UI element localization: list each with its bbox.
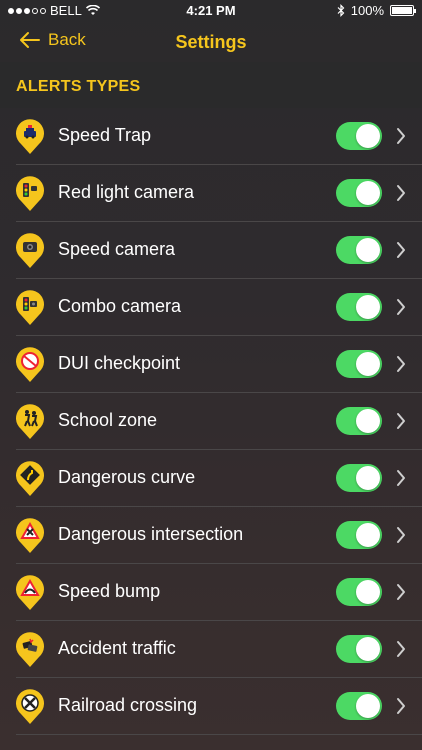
toggle-knob [356, 466, 380, 490]
dui-checkpoint-icon [16, 347, 44, 382]
alert-toggle[interactable] [336, 635, 382, 663]
speed-bump-icon [16, 575, 44, 610]
toggle-knob [356, 637, 380, 661]
toggle-knob [356, 124, 380, 148]
accident-traffic-icon [16, 632, 44, 667]
alert-row[interactable]: Speed Trap [0, 108, 422, 165]
alert-row[interactable]: DUI checkpoint [0, 336, 422, 393]
traffic-light-camera-icon [16, 176, 44, 211]
status-bar: BELL 4:21 PM 100% [0, 0, 422, 22]
alert-label: Speed bump [58, 581, 161, 601]
alert-label: DUI checkpoint [58, 353, 181, 373]
alert-row[interactable]: Red light camera [0, 165, 422, 222]
chevron-right-icon [397, 584, 405, 600]
toggle-knob [356, 295, 380, 319]
alert-label: Combo camera [58, 296, 182, 316]
alert-row[interactable]: Speed camera [0, 222, 422, 279]
alert-toggle[interactable] [336, 122, 382, 150]
toggle-knob [356, 409, 380, 433]
alert-row[interactable]: Combo camera [0, 279, 422, 336]
chevron-right-icon [397, 356, 405, 372]
dangerous-curve-icon [16, 461, 44, 496]
school-zone-icon [16, 404, 44, 439]
chevron-right-icon [397, 128, 405, 144]
navigation-bar: Back Settings [0, 22, 422, 62]
alert-label: Dangerous curve [58, 467, 196, 487]
alert-types-list: Speed Trap Red light camera Speed camera Co… [0, 108, 422, 735]
alert-toggle[interactable] [336, 464, 382, 492]
alert-toggle[interactable] [336, 236, 382, 264]
speed-camera-icon [16, 233, 44, 268]
alert-toggle[interactable] [336, 521, 382, 549]
alert-label: Red light camera [58, 182, 195, 202]
railroad-crossing-icon [16, 689, 44, 724]
chevron-right-icon [397, 470, 405, 486]
alert-row[interactable]: Speed bump [0, 564, 422, 621]
alert-toggle[interactable] [336, 407, 382, 435]
alert-row[interactable]: Accident traffic [0, 621, 422, 678]
toggle-knob [356, 352, 380, 376]
row-divider [16, 734, 422, 735]
alert-toggle[interactable] [336, 179, 382, 207]
dangerous-intersection-icon [16, 518, 44, 553]
combo-camera-icon [16, 290, 44, 325]
alert-label: Railroad crossing [58, 695, 198, 715]
section-header: ALERTS TYPES [0, 62, 422, 108]
chevron-right-icon [397, 641, 405, 657]
status-right: 100% [337, 3, 416, 18]
alert-label: Speed Trap [58, 125, 152, 145]
toggle-knob [356, 694, 380, 718]
toggle-knob [356, 181, 380, 205]
alert-row[interactable]: Dangerous curve [0, 450, 422, 507]
alert-label: School zone [58, 410, 158, 430]
chevron-right-icon [397, 185, 405, 201]
toggle-knob [356, 580, 380, 604]
toggle-knob [356, 238, 380, 262]
chevron-right-icon [397, 242, 405, 258]
section-title: ALERTS TYPES [16, 78, 141, 95]
alert-toggle[interactable] [336, 350, 382, 378]
battery-percent: 100% [350, 3, 384, 18]
chevron-right-icon [397, 698, 405, 714]
alert-row[interactable]: School zone [0, 393, 422, 450]
alert-toggle[interactable] [336, 578, 382, 606]
alert-label: Dangerous intersection [58, 524, 244, 544]
alert-label: Accident traffic [58, 638, 176, 658]
police-car-icon [16, 119, 44, 154]
alert-toggle[interactable] [336, 692, 382, 720]
page-title: Settings [175, 32, 247, 52]
alert-row[interactable]: Dangerous intersection [0, 507, 422, 564]
chevron-right-icon [397, 413, 405, 429]
alert-toggle[interactable] [336, 293, 382, 321]
battery-icon [390, 5, 416, 16]
chevron-right-icon [397, 299, 405, 315]
bluetooth-icon [337, 4, 345, 17]
toggle-knob [356, 523, 380, 547]
alert-label: Speed camera [58, 239, 176, 259]
chevron-right-icon [397, 527, 405, 543]
alert-row[interactable]: Railroad crossing [0, 678, 422, 735]
